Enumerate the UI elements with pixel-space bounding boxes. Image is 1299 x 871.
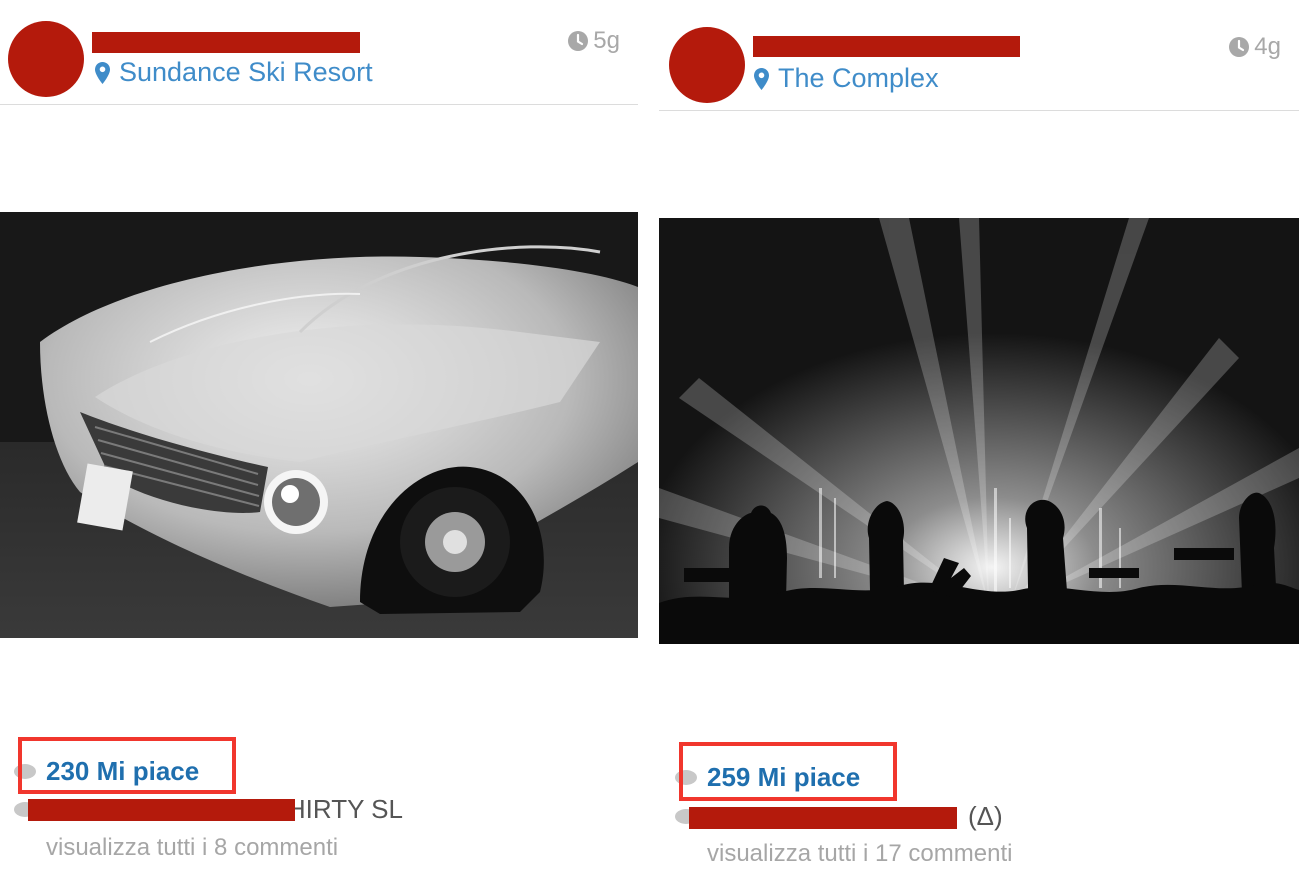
vintage-car-photo [0, 212, 638, 638]
location-link[interactable]: Sundance Ski Resort [95, 57, 373, 88]
username-redacted[interactable] [92, 32, 360, 53]
post-header: Sundance Ski Resort 5g [0, 0, 638, 105]
location-pin-icon [754, 67, 769, 90]
location-link[interactable]: The Complex [754, 63, 939, 94]
post-header: The Complex 4g [659, 0, 1299, 111]
likes-highlight-box [18, 737, 236, 794]
feed-post-1: Sundance Ski Resort 5g 230 Mi piace THIR… [0, 0, 638, 871]
post-time: 5g [568, 27, 620, 55]
caption-text: (Δ) [968, 801, 1003, 831]
avatar[interactable] [669, 27, 745, 103]
location-pin-icon [95, 61, 110, 84]
post-time: 4g [1229, 33, 1281, 61]
post-image[interactable] [0, 212, 638, 638]
location-label: The Complex [778, 63, 939, 93]
clock-icon [1229, 37, 1250, 57]
time-label: 5g [593, 27, 620, 54]
caption-username-redacted[interactable] [28, 799, 295, 821]
feed-post-2: The Complex 4g 259 Mi piace (Δ) visualiz… [659, 0, 1299, 871]
location-label: Sundance Ski Resort [119, 57, 373, 87]
time-label: 4g [1254, 33, 1281, 60]
avatar[interactable] [8, 21, 84, 97]
clock-icon [568, 31, 589, 51]
username-redacted[interactable] [753, 36, 1020, 57]
post-image[interactable] [659, 218, 1299, 644]
caption-username-redacted[interactable] [689, 807, 957, 829]
concert-stage-photo [659, 218, 1299, 644]
view-all-comments-link[interactable]: visualizza tutti i 8 commenti [46, 834, 338, 862]
view-all-comments-link[interactable]: visualizza tutti i 17 commenti [707, 840, 1012, 868]
likes-highlight-box [679, 742, 897, 801]
